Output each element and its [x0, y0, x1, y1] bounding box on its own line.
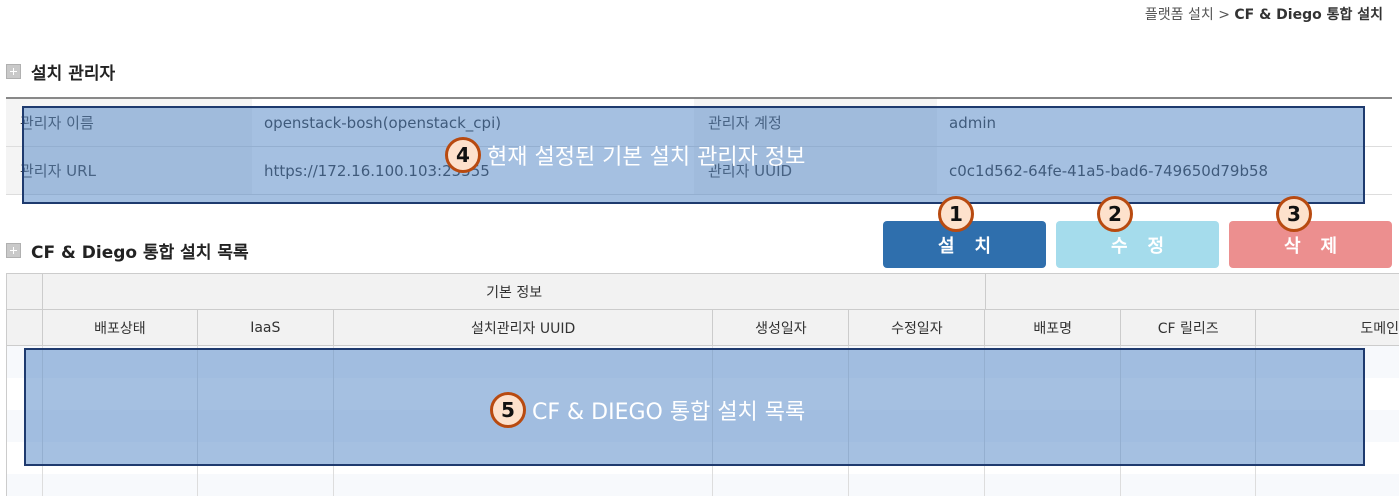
column-header-cf-release[interactable]: CF 릴리즈: [1121, 310, 1257, 345]
column-header-domain[interactable]: 도메인: [1256, 310, 1399, 345]
column-header-deployment-name[interactable]: 배포명: [985, 310, 1122, 345]
table-group-header-extra: [986, 274, 1399, 309]
annotation-badge-2: 2: [1097, 196, 1133, 232]
manager-section-title-text: 설치 관리자: [31, 64, 116, 84]
breadcrumb-separator: >: [1218, 7, 1230, 23]
column-header-modified[interactable]: 수정일자: [849, 310, 986, 345]
list-section-title: CF & Diego 통합 설치 목록: [6, 238, 249, 263]
delete-button[interactable]: 삭제: [1229, 221, 1392, 268]
breadcrumb-current: CF & Diego 통합 설치: [1234, 7, 1383, 23]
annotation-label-5: 5 CF & DIEGO 통합 설치 목록: [490, 392, 805, 428]
expand-icon: [6, 243, 21, 258]
annotation-badge-3: 3: [1276, 196, 1312, 232]
annotation-badge-4: 4: [445, 137, 481, 173]
column-header-iaas[interactable]: IaaS: [198, 310, 334, 345]
breadcrumb-parent[interactable]: 플랫폼 설치: [1145, 7, 1214, 23]
annotation-text-5: CF & DIEGO 통합 설치 목록: [532, 400, 806, 425]
annotation-badge-5: 5: [490, 392, 526, 428]
column-header-created[interactable]: 생성일자: [713, 310, 850, 345]
list-section-title-text: CF & Diego 통합 설치 목록: [31, 243, 249, 263]
annotation-label-4: 4 현재 설정된 기본 설치 관리자 정보: [445, 137, 805, 173]
table-row: [7, 474, 1399, 496]
expand-icon: [6, 64, 21, 79]
table-group-header-row: 기본 정보: [7, 274, 1399, 310]
annotation-badge-1: 1: [938, 196, 974, 232]
edit-button[interactable]: 수정: [1056, 221, 1219, 268]
column-header-status[interactable]: 배포상태: [43, 310, 198, 345]
table-group-header: 기본 정보: [43, 274, 987, 309]
table-header-row: 배포상태 IaaS 설치관리자 UUID 생성일자 수정일자 배포명 CF 릴리…: [7, 310, 1399, 346]
column-header-manager-uuid[interactable]: 설치관리자 UUID: [334, 310, 714, 345]
annotation-text-4: 현재 설정된 기본 설치 관리자 정보: [487, 145, 806, 170]
manager-section-title: 설치 관리자: [6, 59, 115, 84]
breadcrumb: 플랫폼 설치 > CF & Diego 통합 설치: [1145, 4, 1383, 24]
table-select-header[interactable]: [7, 310, 43, 345]
table-select-header: [7, 274, 43, 309]
